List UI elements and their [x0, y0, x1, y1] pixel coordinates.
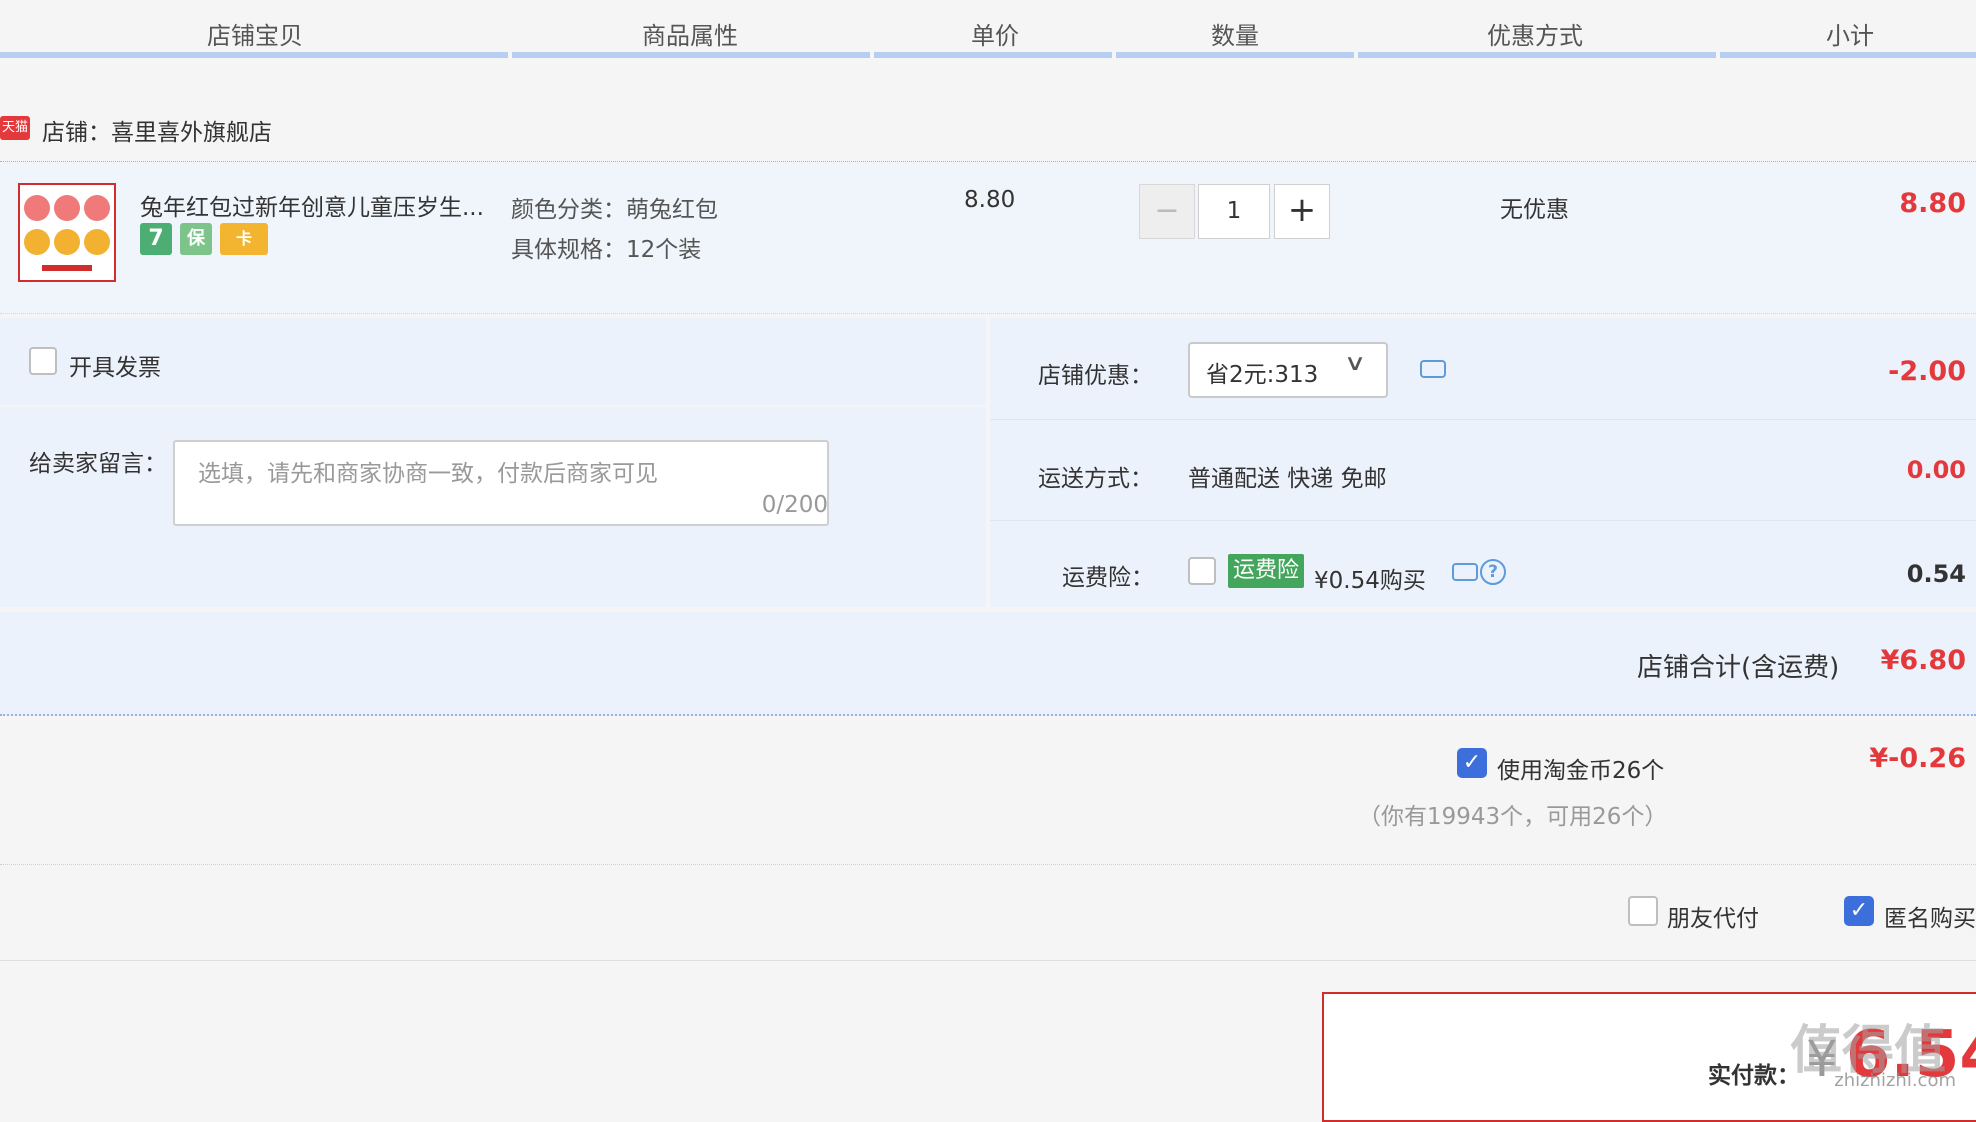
tmall-icon: 天猫 — [0, 116, 30, 140]
seven-day-return-icon: 7 — [140, 223, 172, 255]
header-shop-item: 店铺宝贝 — [207, 22, 303, 50]
message-label: 给卖家留言： — [29, 451, 167, 477]
insurance-tag: 运费险 — [1228, 554, 1304, 588]
chevron-down-icon: ∨ — [1343, 351, 1367, 376]
guarantee-icon: 保 — [180, 223, 212, 255]
shipping-method: 普通配送 快递 免邮 — [1188, 466, 1387, 492]
coins-amount: ¥-0.26 — [1869, 743, 1966, 774]
message-placeholder: 选填，请先和商家协商一致，付款后商家可见 — [198, 461, 658, 487]
item-row — [0, 161, 1976, 314]
shop-name[interactable]: 店铺：喜里喜外旗舰店 — [42, 113, 272, 147]
header-underline — [0, 52, 508, 58]
header-underline — [512, 52, 870, 58]
insurance-label: 运费险： — [1062, 565, 1154, 591]
insurance-checkbox[interactable] — [1188, 557, 1216, 585]
header-attributes: 商品属性 — [642, 22, 738, 50]
insurance-price: ¥0.54购买 — [1314, 568, 1426, 594]
payment-label: 实付款： — [1708, 1063, 1800, 1089]
row-divider — [990, 520, 1976, 521]
row-divider — [990, 419, 1976, 420]
shop-total-amount: ¥6.80 — [1880, 645, 1966, 676]
shipping-amount: 0.00 — [1906, 456, 1966, 484]
table-header: 店铺宝贝 商品属性 单价 数量 优惠方式 小计 — [0, 0, 1976, 58]
use-coins-label: 使用淘金币26个 — [1497, 758, 1665, 784]
shop-discount-amount: -2.00 — [1888, 356, 1966, 387]
item-title[interactable]: 兔年红包过新年创意儿童压岁生... — [140, 188, 500, 222]
attr-spec: 具体规格：12个装 — [511, 237, 702, 263]
chat-icon[interactable] — [1452, 563, 1478, 581]
invoice-label: 开具发票 — [69, 355, 161, 381]
discount-method: 无优惠 — [1500, 197, 1569, 223]
shop-discount-label: 店铺优惠： — [1038, 363, 1153, 389]
attr-color: 颜色分类：萌兔红包 — [511, 197, 718, 223]
watermark-url: zhizhizhi.com — [1834, 1070, 1956, 1091]
quantity-input[interactable]: 1 — [1198, 184, 1270, 239]
use-coins-checkbox[interactable]: ✓ — [1457, 748, 1487, 778]
anonymous-purchase-checkbox[interactable]: ✓ — [1844, 896, 1874, 926]
shop-total-label: 店铺合计(含运费) — [1637, 653, 1840, 683]
quantity-increase-button[interactable]: + — [1274, 184, 1330, 239]
invoice-checkbox[interactable] — [29, 347, 57, 375]
unit-price: 8.80 — [964, 187, 1016, 213]
chat-icon[interactable] — [1420, 360, 1446, 378]
header-underline — [1116, 52, 1354, 58]
header-underline — [874, 52, 1112, 58]
friend-pay-label: 朋友代付 — [1667, 906, 1759, 932]
insurance-amount: 0.54 — [1906, 560, 1966, 588]
header-quantity: 数量 — [1211, 22, 1259, 50]
shipping-label: 运送方式： — [1038, 466, 1153, 492]
quantity-decrease-button[interactable]: − — [1139, 184, 1195, 239]
shop-discount-value: 省2元:313 — [1206, 362, 1319, 388]
item-thumbnail[interactable] — [18, 183, 116, 282]
anonymous-purchase-label: 匿名购买 — [1884, 906, 1976, 932]
coin-row — [0, 716, 1976, 865]
header-subtotal: 小计 — [1826, 22, 1874, 50]
header-discount: 优惠方式 — [1487, 22, 1583, 50]
credit-card-icon: 卡 — [220, 223, 268, 255]
help-icon[interactable]: ? — [1480, 559, 1506, 585]
row-divider — [0, 960, 1976, 961]
friend-pay-checkbox[interactable] — [1628, 896, 1658, 926]
header-underline — [1720, 52, 1976, 58]
item-subtotal: 8.80 — [1899, 188, 1966, 219]
message-char-count: 0/200 — [761, 492, 828, 518]
header-unit-price: 单价 — [971, 22, 1019, 50]
header-underline — [1358, 52, 1716, 58]
column-divider — [986, 318, 990, 607]
coins-hint: （你有19943个，可用26个） — [1358, 804, 1668, 830]
